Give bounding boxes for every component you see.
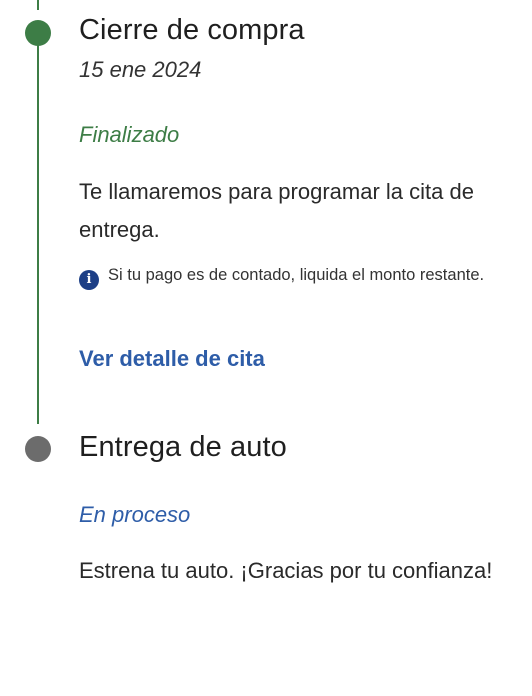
step-title: Entrega de auto [79, 431, 287, 463]
step-completed-marker [25, 20, 51, 46]
step-description: Estrena tu auto. ¡Gracias por tu confian… [79, 558, 493, 583]
status-label: En proceso [79, 502, 191, 527]
step-title: Cierre de compra [79, 14, 305, 46]
timeline-connector [37, 44, 39, 424]
step-description: Te llamaremos para programar la cita de … [79, 179, 474, 242]
info-note: i Si tu pago es de contado, liquida el mo… [79, 262, 519, 290]
info-text: Si tu pago es de contado, liquida el mon… [108, 266, 485, 284]
status-label: Finalizado [79, 122, 180, 147]
view-appointment-link[interactable]: Ver detalle de cita [79, 346, 265, 372]
info-icon: i [79, 270, 99, 290]
step-date: 15 ene 2024 [79, 57, 202, 82]
step-pending-marker [25, 436, 51, 462]
timeline-connector-top [37, 0, 39, 10]
